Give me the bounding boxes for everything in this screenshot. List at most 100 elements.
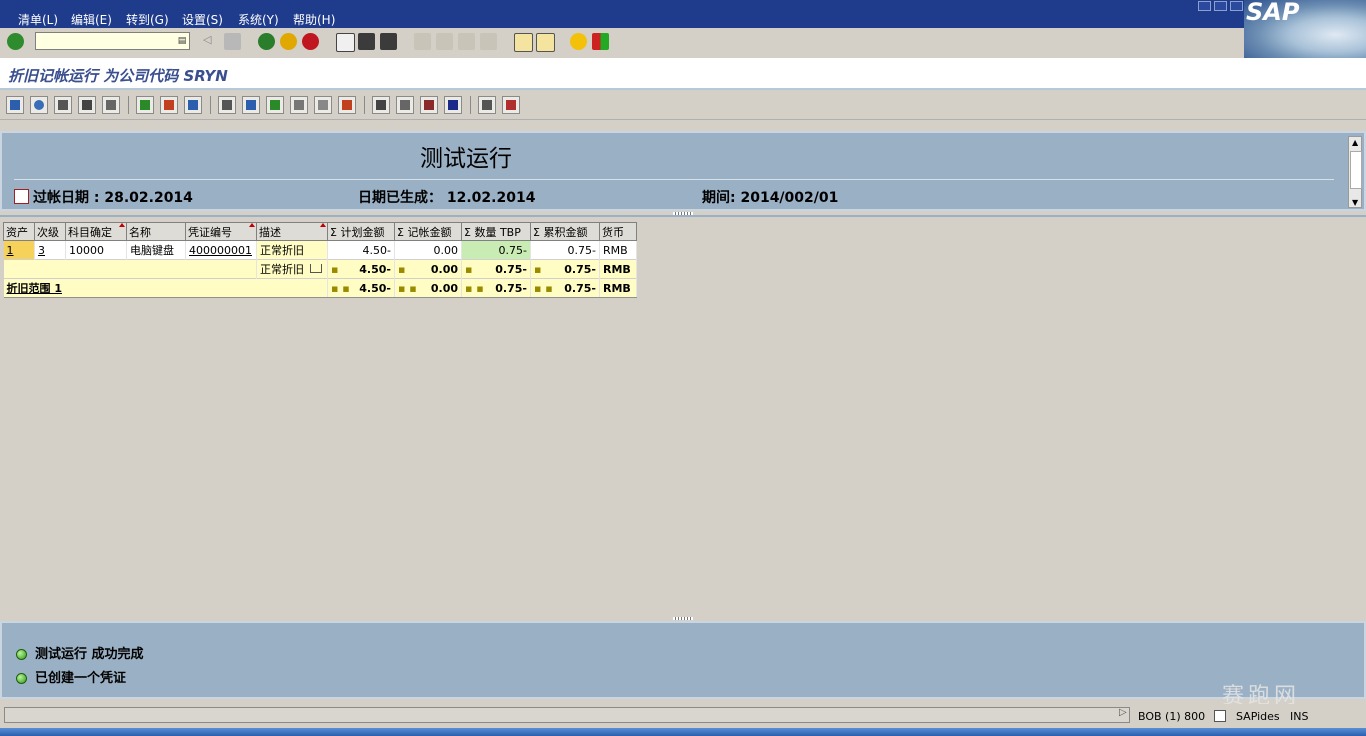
calculate-icon[interactable] (184, 96, 202, 114)
total-tbp-value: 0.75- (495, 281, 527, 295)
document-cell[interactable]: 400000001 (185, 240, 257, 260)
subtotal-node-icon[interactable] (309, 264, 322, 273)
col-currency[interactable]: 货币 (599, 222, 637, 241)
account-det-cell: 10000 (65, 240, 127, 260)
new-session-icon[interactable] (514, 33, 533, 52)
details-icon[interactable] (6, 96, 24, 114)
save-layout-icon[interactable] (420, 96, 438, 114)
total-accumulated-value: 0.75- (564, 281, 596, 295)
menu-bar: 清单(L) 编辑(E) 转到(G) 设置(S) 系统(Y) 帮助(H) (0, 0, 1366, 28)
menu-help[interactable]: 帮助(H) (293, 11, 335, 28)
total-posted: ▪ ▪ 0.00 (394, 278, 462, 298)
total-marker: ▪ ▪ (398, 281, 417, 295)
col-account-det-label: 科目确定 (68, 225, 112, 239)
mail-recipient-icon[interactable] (314, 96, 332, 114)
total-label[interactable]: 折旧范围 1 (3, 278, 328, 298)
menu-settings[interactable]: 设置(S) (182, 11, 223, 28)
first-page-icon[interactable] (414, 33, 431, 50)
select-layout-icon[interactable] (396, 96, 414, 114)
command-field[interactable]: ▤ (35, 32, 190, 50)
menu-list[interactable]: 清单(L) (18, 11, 58, 28)
subtotal-icon[interactable] (160, 96, 178, 114)
cancel-icon[interactable] (302, 33, 319, 50)
save-icon[interactable] (224, 33, 241, 50)
total-currency: RMB (599, 278, 637, 298)
currency-cell: RMB (599, 240, 637, 260)
status-session-icon[interactable] (1214, 710, 1226, 722)
enter-check-icon[interactable] (7, 33, 24, 50)
edit-icon[interactable] (478, 96, 496, 114)
scroll-thumb[interactable] (1350, 151, 1362, 189)
col-name[interactable]: 名称 (126, 222, 186, 241)
header-scrollbar[interactable]: ▲ ▼ (1348, 136, 1362, 208)
previous-page-icon[interactable] (436, 33, 453, 50)
total-marker: ▪ ▪ (534, 281, 553, 295)
status-expand-icon[interactable]: ▷ (1119, 707, 1127, 718)
export-icon[interactable] (218, 96, 236, 114)
status-server: SAPides (1236, 710, 1280, 723)
last-page-icon[interactable] (480, 33, 497, 50)
information-icon[interactable] (444, 96, 462, 114)
find-next-icon[interactable] (380, 33, 397, 50)
spreadsheet-icon[interactable] (266, 96, 284, 114)
table-row: 1 3 10000 电脑键盘 400000001 正常折旧 4.50- 0.00… (3, 240, 637, 260)
col-description[interactable]: 描述 (256, 222, 328, 241)
scroll-down-icon[interactable]: ▼ (1352, 198, 1358, 207)
subtotal-spacer (3, 259, 257, 279)
graphic-icon[interactable] (338, 96, 356, 114)
back-arrow-icon[interactable]: ◁ (203, 33, 213, 50)
description-cell: 正常折旧 (256, 240, 328, 260)
local-file-icon[interactable] (290, 96, 308, 114)
col-document[interactable]: 凭证编号 (185, 222, 257, 241)
status-message-field (4, 707, 1130, 723)
menu-edit[interactable]: 编辑(E) (71, 11, 112, 28)
total-marker: ▪ (398, 262, 406, 276)
restore-icon[interactable] (1214, 1, 1227, 11)
tbp-cell: 0.75- (461, 240, 531, 260)
col-tbp[interactable]: Σ 数量 TBP (461, 222, 531, 241)
col-accumulated[interactable]: Σ 累积金额 (530, 222, 600, 241)
exit-icon[interactable] (280, 33, 297, 50)
filter-icon[interactable] (78, 96, 96, 114)
col-subnumber[interactable]: 次级 (34, 222, 66, 241)
sap-logo-text: SAP (1246, 0, 1300, 26)
splitter-grip[interactable] (673, 617, 693, 620)
asset-cell[interactable]: 1 (3, 240, 35, 260)
command-history-icon[interactable]: ▤ (177, 35, 187, 47)
next-page-icon[interactable] (458, 33, 475, 50)
close-window-icon[interactable] (1230, 1, 1243, 11)
status-system: BOB (1) 800 (1138, 710, 1206, 723)
shortcut-icon[interactable] (536, 33, 555, 52)
col-asset[interactable]: 资产 (3, 222, 35, 241)
layout-menu-icon[interactable] (592, 33, 609, 50)
scroll-up-icon[interactable]: ▲ (1352, 138, 1358, 147)
help-icon[interactable] (570, 33, 587, 50)
back-icon[interactable] (258, 33, 275, 50)
total-marker: ▪ ▪ (465, 281, 484, 295)
abc-analysis-icon[interactable] (502, 96, 520, 114)
menu-system[interactable]: 系统(Y) (238, 11, 279, 28)
subnumber-cell[interactable]: 3 (34, 240, 66, 260)
toolbar-separator (470, 96, 471, 114)
status-mode: INS (1290, 710, 1309, 723)
print-icon[interactable] (336, 33, 355, 52)
col-posted[interactable]: Σ 记帐金额 (394, 222, 462, 241)
set-filter-icon[interactable] (102, 96, 120, 114)
green-led-icon (16, 649, 27, 660)
col-planned[interactable]: Σ 计划金额 (327, 222, 395, 241)
document-link[interactable]: 400000001 (189, 244, 252, 257)
word-processing-icon[interactable] (242, 96, 260, 114)
depreciation-grid: 资产 次级 科目确定 名称 凭证编号 描述 Σ 计划金额 Σ 记帐金额 Σ 数量… (3, 222, 637, 298)
minimize-icon[interactable] (1198, 1, 1211, 11)
sum-icon[interactable] (136, 96, 154, 114)
asset-link[interactable]: 1 (7, 244, 14, 257)
subnumber-link[interactable]: 3 (38, 244, 45, 257)
change-layout-icon[interactable] (372, 96, 390, 114)
total-label-text[interactable]: 折旧范围 1 (7, 282, 62, 295)
print-preview-icon[interactable] (54, 96, 72, 114)
col-account-det[interactable]: 科目确定 (65, 222, 127, 241)
posting-date-text: 过帐日期 : 28.02.2014 (33, 190, 193, 206)
menu-goto[interactable]: 转到(G) (126, 11, 169, 28)
zoom-icon[interactable] (30, 96, 48, 114)
find-icon[interactable] (358, 33, 375, 50)
